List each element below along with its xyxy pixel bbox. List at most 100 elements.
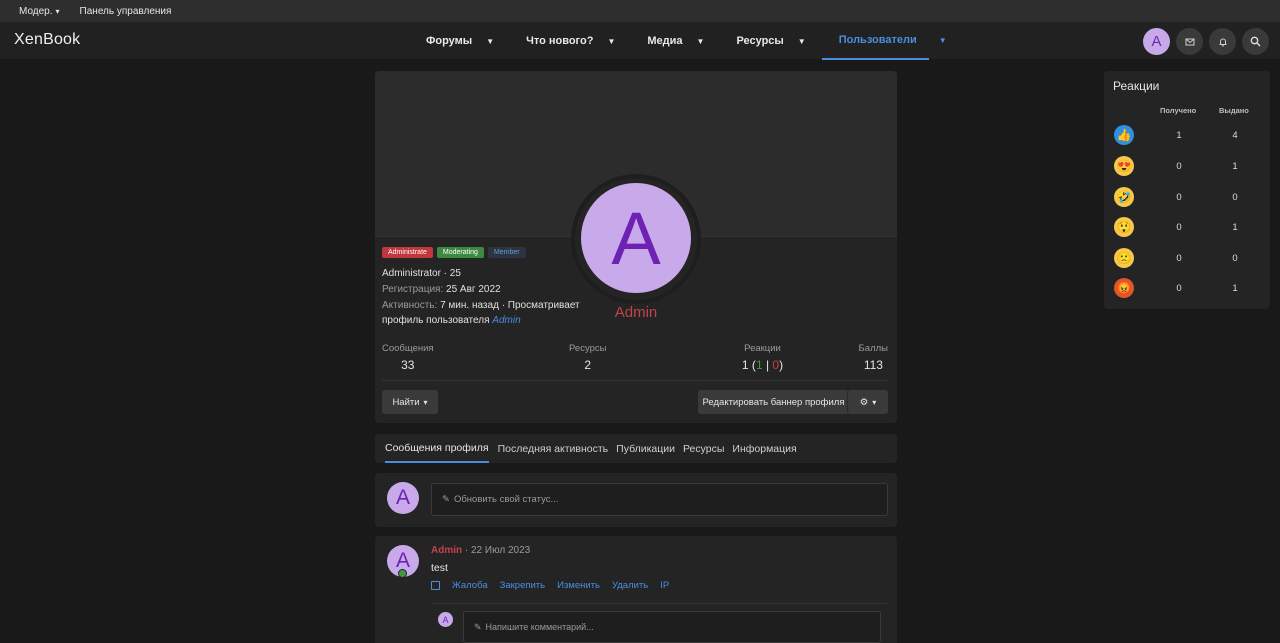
select-checkbox[interactable] (431, 581, 440, 590)
admin-panel-link[interactable]: Панель управления (80, 6, 172, 17)
reaction-row-like: 👍 1 4 (1104, 125, 1270, 147)
tab-about[interactable]: Информация (728, 434, 800, 463)
stat-label: Ресурсы (569, 343, 607, 354)
given-count: 0 (1232, 253, 1238, 264)
find-label: Найти (392, 396, 420, 408)
profile-title-row: Administrator · 25 (382, 268, 461, 279)
activity-user-link[interactable]: Admin (492, 315, 520, 326)
nav-tab-label: Пользователи (838, 34, 917, 46)
stat-resources[interactable]: Ресурсы 2 (569, 343, 606, 372)
post-date[interactable]: 22 Июл 2023 (471, 545, 530, 556)
user-avatar[interactable]: A (387, 482, 419, 514)
stat-label: Баллы (858, 343, 888, 354)
reaction-row-love: 😍 0 1 (1104, 156, 1270, 178)
site-logo[interactable]: XenBook (14, 31, 80, 49)
post-author[interactable]: Admin (431, 545, 462, 556)
post-actions: Жалоба Закрепить Изменить Удалить IP (431, 580, 669, 591)
post-meta: Admin · 22 Июл 2023 (431, 545, 531, 556)
reactions-total: 1 (741, 358, 749, 372)
tab-resources[interactable]: Ресурсы (679, 434, 728, 463)
caret-down-icon: ▾ (872, 397, 877, 407)
stat-value: 113 (863, 358, 883, 372)
edit-link[interactable]: Изменить (557, 580, 600, 591)
like-icon: 👍 (1114, 125, 1134, 145)
report-link[interactable]: Жалоба (452, 580, 488, 591)
bell-icon (1219, 38, 1226, 47)
tab-latest-activity[interactable]: Последняя активность (494, 434, 613, 463)
stat-points[interactable]: Баллы 113 (859, 343, 888, 372)
pencil-icon: ✎ (474, 621, 482, 632)
stat-label: Сообщения (382, 343, 434, 354)
caret-down-icon[interactable]: ▼ (798, 37, 806, 46)
received-header: Получено (1160, 106, 1197, 115)
stat-value: 1 (1 | 0) (741, 358, 784, 372)
status-placeholder: Обновить свой статус... (453, 494, 559, 505)
reaction-row-angry: 😡 0 1 (1104, 278, 1270, 300)
caret-down-icon[interactable]: ▼ (697, 37, 705, 46)
received-count: 0 (1176, 161, 1182, 172)
comment-input[interactable]: ✎ Напишите комментарий... (463, 611, 881, 643)
stick-link[interactable]: Закрепить (500, 580, 546, 591)
nav-tab-whats-new[interactable]: Что нового? ▼ (510, 22, 631, 60)
edit-banner-button[interactable]: Редактировать баннер профиля (698, 390, 849, 414)
avatar-letter: A (611, 196, 661, 280)
nav-tab-media[interactable]: Медиа ▼ (631, 22, 720, 60)
post-body: test (431, 562, 448, 574)
caret-down-icon[interactable]: ▼ (486, 37, 494, 46)
wow-icon: 😲 (1114, 217, 1134, 237)
tab-postings[interactable]: Публикации (612, 434, 679, 463)
widget-title: Реакции (1113, 79, 1160, 93)
badge-moderating: Moderating (436, 247, 484, 258)
nav-tabs: Форумы ▼ Что нового? ▼ Медиа ▼ Ресурсы ▼ Пол… (410, 22, 947, 60)
profile-avatar[interactable]: A (581, 183, 691, 293)
pencil-icon: ✎ (442, 494, 450, 505)
settings-menu-button[interactable]: ⚙ ▾ (847, 390, 888, 414)
reactions-negative: 0 (772, 358, 780, 372)
reaction-row-wow: 😲 0 1 (1104, 217, 1270, 239)
find-button[interactable]: Найти ▾ (382, 390, 438, 414)
user-avatar-button[interactable]: A (1143, 28, 1170, 55)
activity-label: Активность: (382, 300, 438, 311)
online-status-icon (398, 569, 407, 578)
reaction-row-sad: 🙁 0 0 (1104, 248, 1270, 270)
stat-messages[interactable]: Сообщения 33 (382, 343, 434, 372)
nav-tab-label: Форумы (426, 35, 473, 47)
edit-banner-label: Редактировать баннер профиля (702, 396, 845, 408)
reactions-positive: 1 (755, 358, 763, 372)
tab-profile-posts[interactable]: Сообщения профиля (385, 434, 489, 463)
given-count: 0 (1232, 192, 1238, 203)
stat-reactions[interactable]: Реакции 1 (1 | 0) (742, 343, 783, 372)
nav-tab-resources[interactable]: Ресурсы ▼ (720, 22, 821, 60)
avatar-letter: A (442, 614, 449, 625)
moder-menu[interactable]: Модер. ▾ (19, 6, 60, 17)
commenter-avatar[interactable]: A (438, 612, 453, 627)
received-count: 0 (1176, 222, 1182, 233)
alerts-button[interactable] (1209, 28, 1236, 55)
sad-icon: 🙁 (1114, 248, 1134, 268)
registration-label: Регистрация: (382, 284, 444, 295)
given-count: 1 (1232, 161, 1238, 172)
nav-tab-label: Ресурсы (736, 35, 784, 47)
stat-value: 2 (584, 358, 592, 372)
stat-value: 33 (401, 358, 415, 372)
nav-tab-label: Медиа (647, 35, 683, 47)
search-button[interactable] (1242, 28, 1269, 55)
inbox-button[interactable] (1176, 28, 1203, 55)
avatar-letter: A (395, 486, 410, 509)
received-count: 0 (1176, 192, 1182, 203)
gear-icon: ⚙ (859, 396, 869, 408)
profile-info: Administrator · 25 Регистрация: 25 Авг 2… (382, 266, 582, 329)
ip-link[interactable]: IP (660, 580, 669, 591)
staff-bar: Модер. ▾ Панель управления (0, 0, 1280, 22)
profile-card: A Admin Administrate Moderating Member A… (375, 71, 897, 423)
angry-icon: 😡 (1114, 278, 1134, 298)
nav-tab-members[interactable]: Пользователи ▼ (821, 22, 947, 60)
caret-down-icon[interactable]: ▼ (607, 37, 615, 46)
search-icon (1250, 36, 1261, 47)
avatar-letter: A (1151, 33, 1162, 50)
user-title: Administrator (382, 268, 441, 279)
caret-down-icon[interactable]: ▼ (939, 36, 947, 45)
nav-tab-forums[interactable]: Форумы ▼ (410, 22, 510, 60)
delete-link[interactable]: Удалить (612, 580, 648, 591)
status-input[interactable]: ✎ Обновить свой статус... (431, 483, 888, 516)
